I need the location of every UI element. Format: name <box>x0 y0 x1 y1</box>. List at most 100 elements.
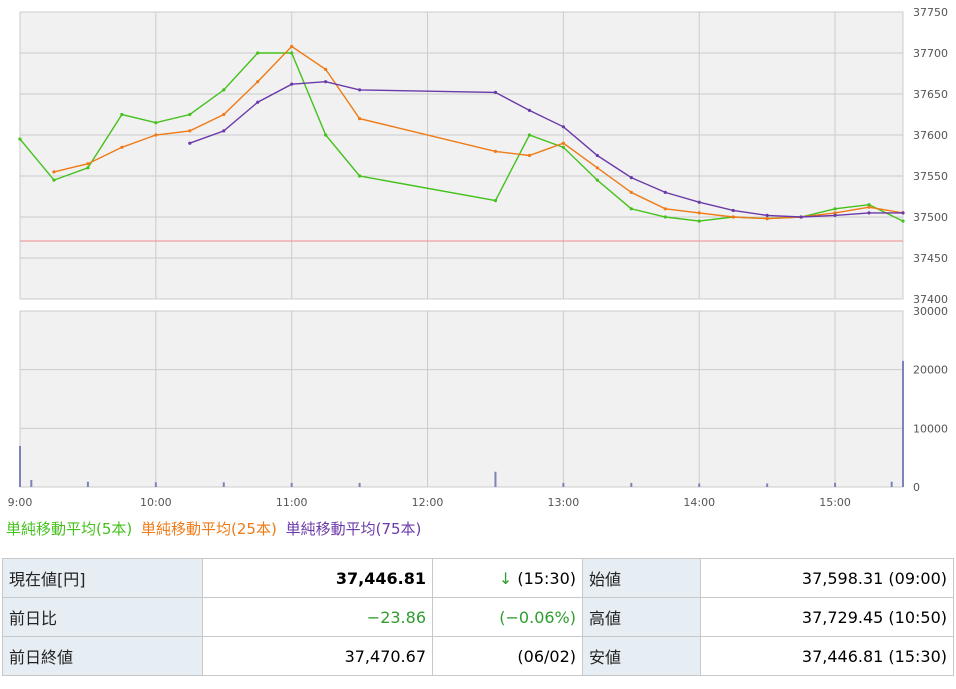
ma-point <box>493 90 498 94</box>
ma-point <box>86 162 90 166</box>
price-y-axis: 3740037450375003755037600376503770037750 <box>913 6 948 306</box>
price-tick-label: 37700 <box>913 47 948 60</box>
volume-bar <box>494 471 497 487</box>
ma-point <box>290 51 294 55</box>
ma-point <box>290 82 294 86</box>
volume-plot-area <box>19 310 904 488</box>
time-tick-label: 13:00 <box>548 496 580 509</box>
ma-point <box>663 215 667 219</box>
ma-point <box>154 133 158 137</box>
volume-bar <box>698 483 701 487</box>
time-tick-label: 10:00 <box>140 496 172 509</box>
ma-point <box>697 219 701 223</box>
volume-y-axis: 0 10000 20000 30000 <box>913 305 948 494</box>
ma-point <box>493 199 498 203</box>
ma-point <box>527 153 532 158</box>
ma-point <box>324 67 328 71</box>
prev-close-date: (06/02) <box>432 636 583 676</box>
volume-bar <box>222 482 225 487</box>
ma-point <box>867 211 871 215</box>
ma-point <box>731 215 735 219</box>
ma-point <box>867 205 871 209</box>
ma-point <box>358 88 362 92</box>
legend-ma25: 単純移動平均(25本) <box>141 520 277 538</box>
ma-point <box>18 137 22 141</box>
legend-ma75: 単純移動平均(75本) <box>285 520 422 538</box>
change-label: 前日比 <box>2 597 203 637</box>
prev-close-value: 37,470.67 <box>202 636 433 676</box>
time-tick-label: 11:00 <box>276 496 308 509</box>
ma-point <box>154 121 158 125</box>
ma-point <box>731 208 735 213</box>
quote-table: 現在値[円] 37,446.81 ↓ (15:30) 始値 37,598.31 … <box>2 558 954 676</box>
time-tick-label: 9:00 <box>8 496 33 509</box>
price-tick-label: 37550 <box>913 170 948 183</box>
ma-point <box>290 44 294 49</box>
ma-point <box>765 217 769 221</box>
volume-bar <box>86 481 89 487</box>
ma-point <box>765 213 769 217</box>
time-tick-label: 15:00 <box>819 496 851 509</box>
high-label: 高値 <box>582 597 701 637</box>
change-value: −23.86 <box>202 597 433 637</box>
volume-bar <box>834 482 837 487</box>
legend: 単純移動平均(5本) 単純移動平均(25本) 単純移動平均(75本) <box>6 518 425 539</box>
ma-point <box>561 141 565 145</box>
time-tick-label: 14:00 <box>683 496 715 509</box>
price-panel: 3740037450375003755037600376503770037750 <box>18 6 948 306</box>
ma-point <box>595 166 599 170</box>
ma-point <box>901 211 905 215</box>
down-arrow-icon: ↓ <box>498 568 513 588</box>
current-price-time: ↓ (15:30) <box>432 558 583 598</box>
volume-bar <box>902 360 904 487</box>
ma-point <box>697 200 701 204</box>
current-price-value: 37,446.81 <box>202 558 433 598</box>
intraday-chart: 3740037450375003755037600376503770037750… <box>8 6 948 509</box>
ma-point <box>222 129 226 133</box>
ma-point <box>52 170 56 174</box>
low-label: 安値 <box>582 636 701 676</box>
change-percent: (−0.06%) <box>432 597 583 637</box>
ma-point <box>120 112 124 117</box>
time-x-axis: 9:00 10:00 11:00 12:00 13:00 14:00 15:00 <box>8 496 851 509</box>
price-tick-label: 37600 <box>913 129 948 142</box>
ma-point <box>256 100 260 104</box>
ma-point <box>188 141 192 145</box>
ma-point <box>52 178 56 182</box>
ma-point <box>324 133 328 137</box>
ma-point <box>188 129 192 133</box>
high-value: 37,729.45 (10:50) <box>700 597 954 637</box>
ma-point <box>901 219 905 223</box>
ma-point <box>527 108 532 112</box>
ma-point <box>222 112 226 117</box>
volume-bar <box>890 481 893 487</box>
table-row: 前日終値 37,470.67 (06/02) 安値 37,446.81 (15:… <box>2 636 954 676</box>
volume-panel: 0 10000 20000 30000 <box>19 305 948 494</box>
price-plot-area <box>19 11 904 300</box>
volume-tick-label: 20000 <box>913 364 948 377</box>
volume-bar <box>630 482 633 487</box>
ma-point <box>86 166 90 170</box>
price-tick-label: 37500 <box>913 211 948 224</box>
ma-point <box>222 88 226 92</box>
ma-point <box>256 80 260 84</box>
price-tick-label: 37750 <box>913 6 948 19</box>
current-price-label: 現在値[円] <box>2 558 203 598</box>
price-tick-label: 37650 <box>913 88 948 101</box>
price-tick-label: 37450 <box>913 252 948 265</box>
open-label: 始値 <box>582 558 701 598</box>
volume-bar <box>30 479 33 487</box>
ma-point <box>799 215 803 219</box>
ma-point <box>188 112 192 117</box>
volume-bar <box>290 482 293 487</box>
volume-bar <box>19 445 21 487</box>
table-row: 前日比 −23.86 (−0.06%) 高値 37,729.45 (10:50) <box>2 597 954 637</box>
current-time: (15:30) <box>517 568 576 588</box>
ma-point <box>561 145 565 149</box>
volume-bar <box>358 482 361 487</box>
ma-point <box>697 211 701 215</box>
ma-point <box>629 207 633 211</box>
time-tick-label: 12:00 <box>412 496 444 509</box>
ma-point <box>663 190 667 194</box>
ma-point <box>493 149 498 153</box>
